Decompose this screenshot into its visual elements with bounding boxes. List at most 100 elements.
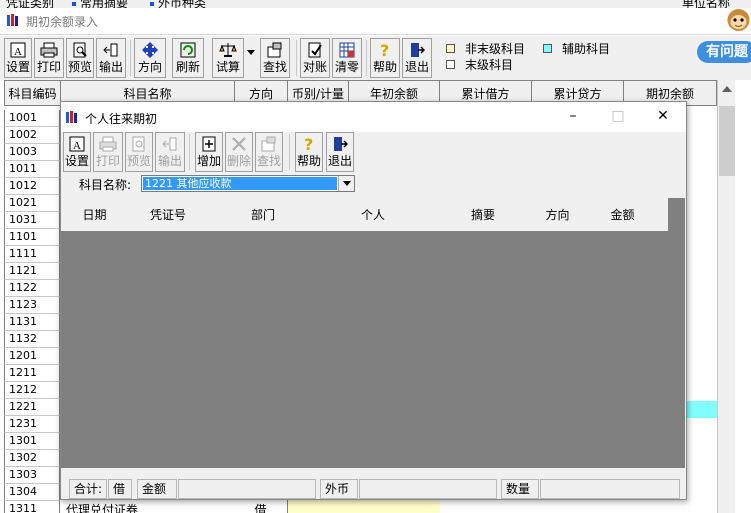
totals-currency-value [359, 479, 497, 499]
clear-button[interactable]: 清零 [332, 38, 362, 78]
account-code-cell[interactable]: 1211 [4, 365, 60, 382]
totals-bar: 合计: 借 金额 外币 数量 [61, 476, 686, 500]
dialog-exit-button[interactable]: 退出 [326, 132, 354, 172]
column-header[interactable]: 个人 [318, 198, 429, 232]
account-code-cell[interactable]: 1301 [4, 433, 60, 450]
account-code-cell[interactable]: 1031 [4, 212, 60, 229]
export-button[interactable]: 输出 [96, 38, 126, 78]
exit-icon [408, 41, 426, 59]
account-code-cell[interactable]: 1121 [4, 263, 60, 280]
settings-button[interactable]: A 设置 [4, 38, 32, 78]
account-code-cell[interactable]: 1122 [4, 280, 60, 297]
direction-icon [141, 41, 159, 59]
account-code-cell[interactable]: 1311 [4, 501, 60, 513]
account-name-value: 1221 其他应收款 [143, 177, 337, 190]
find-button[interactable]: 查找 [260, 38, 290, 78]
help-badge[interactable]: 有问题 [697, 41, 751, 63]
totals-quantity-label: 数量 [501, 479, 539, 499]
bullet-icon [150, 1, 154, 6]
account-code-cell[interactable]: 1231 [4, 416, 60, 433]
account-code-cell[interactable]: 1003 [4, 144, 60, 161]
books-app-icon [7, 14, 18, 26]
account-code-cell[interactable]: 1011 [4, 161, 60, 178]
exit-icon [331, 135, 349, 153]
trial-balance-dropdown-icon[interactable] [247, 50, 255, 55]
account-code-cell[interactable]: 1302 [4, 450, 60, 467]
account-code-cell[interactable]: 1123 [4, 297, 60, 314]
menu-item: 单位名称 [682, 0, 731, 8]
close-icon[interactable]: ✕ [653, 108, 673, 126]
account-name-select[interactable]: 1221 其他应收款 [141, 175, 355, 192]
svg-text:A: A [73, 140, 81, 152]
account-code-cell[interactable]: 1012 [4, 178, 60, 195]
trial-balance-button[interactable]: 试算 [212, 38, 244, 78]
account-code-cell[interactable]: 1304 [4, 484, 60, 501]
find-icon [266, 41, 284, 59]
scroll-thumb[interactable] [719, 106, 735, 176]
reconcile-button[interactable]: 对账 [300, 38, 330, 78]
column-header[interactable]: 摘要 [428, 198, 539, 232]
clear-icon [338, 41, 356, 59]
highlighted-row-cell [687, 401, 717, 418]
column-header[interactable]: 金额 [577, 198, 669, 232]
help-icon: ? [300, 135, 318, 153]
main-window-title: 期初余额录入 [26, 15, 99, 29]
menu-item[interactable]: 外币种类 [150, 0, 206, 8]
account-name-label: 科目名称: [79, 178, 132, 192]
refresh-button[interactable]: 刷新 [172, 38, 204, 78]
exit-button[interactable]: 退出 [402, 38, 432, 78]
export-icon [102, 41, 120, 59]
find-icon [260, 135, 278, 153]
column-header[interactable]: 部门 [208, 198, 319, 232]
direction-button[interactable]: 方向 [134, 38, 166, 78]
toolbar-separator [366, 40, 367, 76]
help-button[interactable]: ? 帮助 [370, 38, 400, 78]
account-code-cell[interactable]: 1001 [4, 110, 60, 127]
color-swatch [446, 44, 455, 53]
menu-item[interactable]: 凭证类别 [6, 0, 54, 8]
column-header[interactable]: 凭证号 [128, 198, 209, 232]
color-swatch [446, 60, 455, 69]
dialog-help-button[interactable]: ? 帮助 [295, 132, 323, 172]
column-header[interactable]: 日期 [61, 198, 129, 232]
column-header[interactable]: 科目编码 [4, 80, 61, 106]
dialog-delete-button: 删除 [225, 132, 253, 172]
account-code-cell[interactable]: 1201 [4, 348, 60, 365]
print-button[interactable]: 打印 [34, 38, 64, 78]
settings-icon: A [68, 135, 86, 153]
account-code-cell[interactable]: 1131 [4, 314, 60, 331]
printer-icon [99, 135, 117, 153]
account-code-cell[interactable]: 1212 [4, 382, 60, 399]
dialog-title: 个人往来期初 [85, 112, 158, 126]
account-code-cell[interactable]: 1021 [4, 195, 60, 212]
toolbar-separator [189, 134, 190, 170]
dialog-settings-button[interactable]: A 设置 [63, 132, 91, 172]
main-grid-right-edge [687, 106, 717, 513]
totals-amount-value [178, 479, 316, 499]
menu-item[interactable]: 常用摘要 [72, 0, 128, 8]
svg-text:?: ? [304, 136, 313, 152]
column-header[interactable]: 方向 [538, 198, 578, 232]
account-code-cell[interactable]: 1002 [4, 127, 60, 144]
personal-ledger-grid: 日期 凭证号 部门 个人 摘要 方向 金额 [61, 198, 685, 468]
account-code-cell[interactable]: 1221 [4, 399, 60, 416]
last-row-name: 代理兑付证券 [60, 500, 235, 513]
account-code-cell[interactable]: 1101 [4, 229, 60, 246]
refresh-icon [179, 41, 197, 59]
legend-leaf: 末级科目 [446, 56, 513, 73]
preview-button[interactable]: 预览 [66, 38, 94, 78]
export-icon [161, 135, 179, 153]
top-menu-strip: 凭证类别 常用摘要 外币种类 单位名称 [0, 0, 751, 8]
scroll-up-icon[interactable] [722, 86, 732, 92]
dialog-print-button: 打印 [93, 132, 123, 172]
dialog-add-button[interactable]: 增加 [195, 132, 223, 172]
account-code-cell[interactable]: 1132 [4, 331, 60, 348]
chevron-down-icon[interactable] [338, 176, 354, 191]
monkey-mascot-icon[interactable] [726, 6, 751, 36]
account-code-cell[interactable]: 1111 [4, 246, 60, 263]
minimize-icon[interactable]: – [563, 108, 583, 126]
account-code-cell[interactable]: 1303 [4, 467, 60, 484]
dialog-export-button: 输出 [155, 132, 185, 172]
main-grid-vertical-scrollbar[interactable] [717, 80, 735, 513]
add-icon [200, 135, 218, 153]
